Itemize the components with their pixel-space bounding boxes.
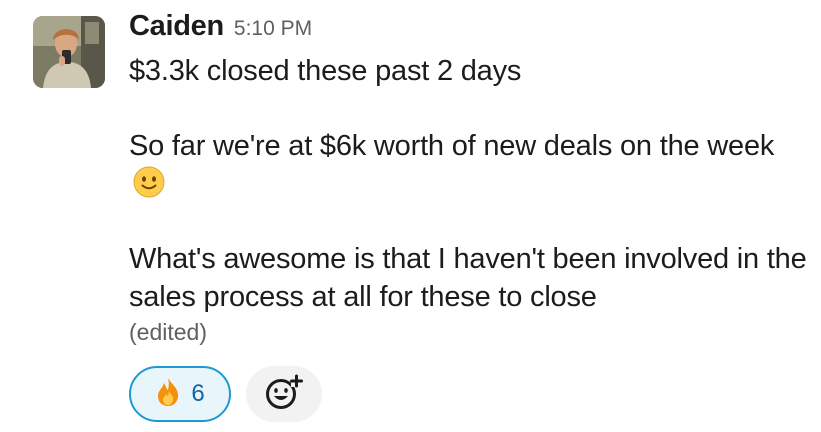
message-paragraph-text: So far we're at $6k worth of new deals o…	[129, 130, 775, 162]
reaction-count: 6	[191, 380, 205, 407]
message-body: $3.3k closed these past 2 days So far we…	[129, 52, 809, 316]
add-reaction-button[interactable]	[246, 366, 322, 422]
message-paragraph: So far we're at $6k worth of new deals o…	[129, 127, 809, 203]
timestamp[interactable]: 5:10 PM	[234, 17, 312, 41]
message-header: Caiden 5:10 PM	[129, 10, 809, 52]
message-content: Caiden 5:10 PM $3.3k closed these past 2…	[129, 10, 809, 348]
edited-label: (edited)	[129, 319, 207, 345]
chat-message: Caiden 5:10 PM $3.3k closed these past 2…	[0, 0, 821, 432]
reaction-fire[interactable]: 6	[129, 366, 231, 422]
avatar-photo	[33, 16, 105, 88]
author-name[interactable]: Caiden	[129, 10, 224, 43]
fire-icon	[155, 377, 181, 412]
slightly-smiling-face-icon	[133, 166, 165, 198]
message-paragraph: $3.3k closed these past 2 days	[129, 55, 522, 87]
message-paragraph: What's awesome is that I haven't been in…	[129, 243, 807, 313]
avatar[interactable]	[33, 16, 105, 88]
add-emoji-icon	[264, 373, 304, 416]
reactions-bar: 6	[129, 366, 322, 422]
